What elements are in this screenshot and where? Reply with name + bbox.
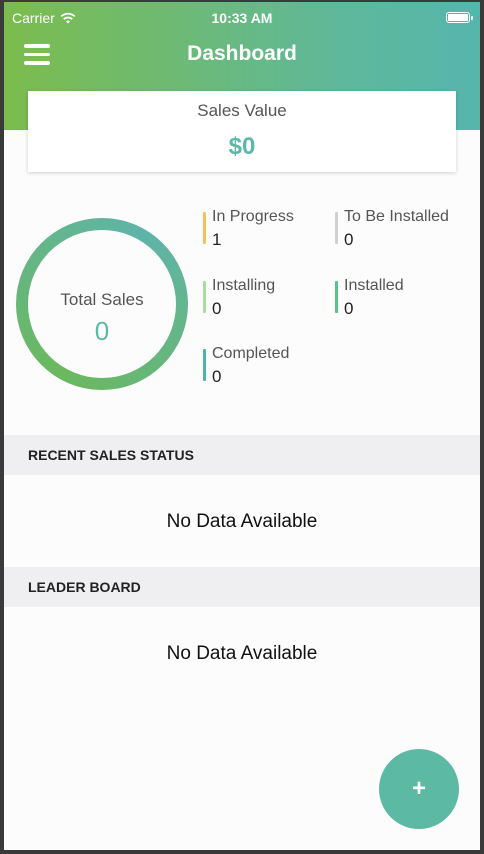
status-installed: Installed 0 [335, 277, 404, 319]
status-label: Completed [212, 345, 290, 362]
page-title: Dashboard [187, 42, 297, 65]
leader-board-header: LEADER BOARD [4, 567, 480, 607]
status-installing: Installing 0 [203, 277, 275, 319]
status-count: 0 [212, 299, 222, 318]
status-bar: Carrier 10:33 AM [4, 2, 480, 32]
sales-value-card: Sales Value $0 [28, 91, 456, 172]
total-sales-label: Total Sales [60, 290, 144, 309]
clock: 10:33 AM [211, 10, 273, 26]
sales-value-label: Sales Value [197, 101, 287, 120]
leader-board-empty-message: No Data Available [166, 643, 318, 664]
recent-sales-status-header: RECENT SALES STATUS [4, 435, 480, 475]
add-button[interactable]: + [379, 749, 459, 829]
battery-icon [446, 12, 473, 23]
status-to-be-installed: To Be Installed 0 [335, 208, 449, 250]
status-label: In Progress [212, 208, 294, 225]
status-count: 0 [344, 299, 354, 318]
status-count: 1 [212, 230, 222, 249]
status-label: Installing [212, 277, 276, 294]
status-count: 0 [212, 367, 222, 386]
app-screen: Carrier 10:33 AM Dashboard Sales Value $… [4, 2, 480, 850]
status-label: Installed [344, 277, 404, 294]
recent-sales-empty-message: No Data Available [166, 511, 318, 532]
total-sales-value: 0 [94, 316, 110, 346]
status-count: 0 [344, 230, 354, 249]
status-label: To Be Installed [344, 208, 449, 225]
ring-center: Total Sales 0 [28, 230, 176, 378]
sales-value-amount: $0 [228, 133, 256, 160]
status-completed: Completed 0 [203, 345, 289, 387]
status-in-progress: In Progress 1 [203, 208, 294, 250]
total-sales-ring: Total Sales 0 [16, 218, 188, 390]
